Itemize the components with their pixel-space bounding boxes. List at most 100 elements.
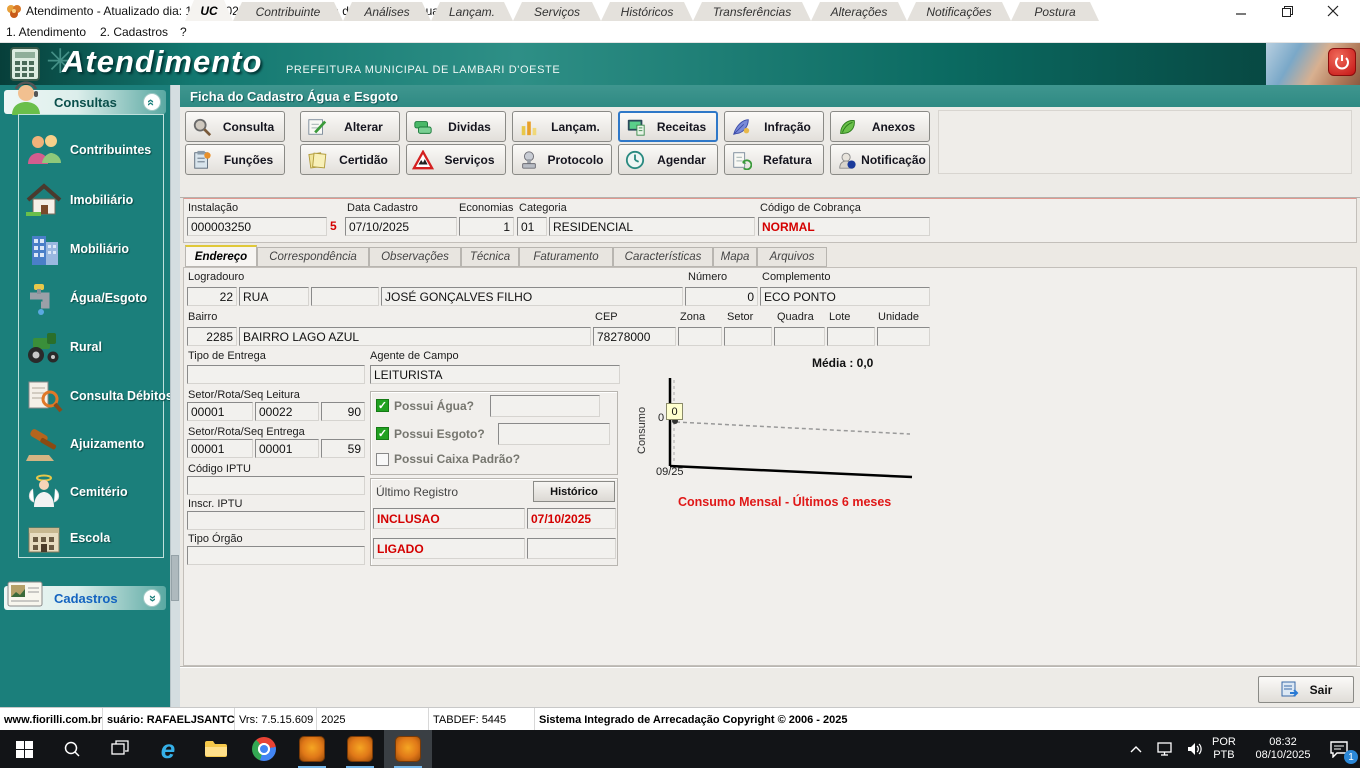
categoria-cod-field[interactable]: 01 <box>517 217 547 236</box>
possui-agua-checkbox[interactable]: ✓ <box>376 399 389 412</box>
subtab-arquivos[interactable]: Arquivos <box>757 247 827 267</box>
minimize-button[interactable] <box>1218 0 1264 22</box>
start-button[interactable] <box>0 730 48 768</box>
anexos-button[interactable]: Anexos <box>830 111 930 142</box>
receitas-button[interactable]: Receitas <box>618 111 718 142</box>
sidebar-item-cemiterio[interactable]: Cemitério <box>24 469 168 515</box>
subtab-faturamento[interactable]: Faturamento <box>519 247 613 267</box>
logradouro-tipo-field[interactable]: RUA <box>239 287 309 306</box>
tab-alteracoes[interactable]: Alterações <box>811 2 907 21</box>
entrega-rota-field[interactable]: 00001 <box>255 439 319 458</box>
lancam-button[interactable]: Lançam. <box>512 111 612 142</box>
sidebar-item-agua-esgoto[interactable]: Água/Esgoto <box>24 275 168 321</box>
menu-atendimento[interactable]: 1. Atendimento <box>6 25 86 39</box>
subtab-observacoes[interactable]: Observações <box>369 247 461 267</box>
tab-lancam[interactable]: Lançam. <box>431 2 513 21</box>
cobranca-field[interactable]: NORMAL <box>758 217 930 236</box>
lote-field[interactable] <box>827 327 875 346</box>
subtab-tecnica[interactable]: Técnica <box>461 247 519 267</box>
registro-status-field[interactable]: LIGADO <box>373 538 525 559</box>
possui-caixa-checkbox[interactable] <box>376 453 389 466</box>
subtab-caracteristicas[interactable]: Características <box>613 247 713 267</box>
cep-field[interactable]: 78278000 <box>593 327 676 346</box>
close-button[interactable] <box>1310 0 1356 22</box>
subtab-correspondencia[interactable]: Correspondência <box>257 247 369 267</box>
tab-historicos[interactable]: Históricos <box>601 2 693 21</box>
inscr-iptu-field[interactable] <box>187 511 365 530</box>
unidade-field[interactable] <box>877 327 930 346</box>
bairro-cod-field[interactable]: 2285 <box>187 327 237 346</box>
language-indicator[interactable]: POR PTB <box>1212 736 1236 762</box>
registro-status2-field[interactable] <box>527 538 616 559</box>
setor-field[interactable] <box>724 327 772 346</box>
data-cadastro-field[interactable]: 07/10/2025 <box>345 217 457 236</box>
agendar-button[interactable]: Agendar <box>618 144 718 175</box>
protocolo-button[interactable]: Protocolo <box>512 144 612 175</box>
tipo-entrega-field[interactable] <box>187 365 365 384</box>
historico-button[interactable]: Histórico <box>533 481 615 502</box>
notification-center-button[interactable]: 1 <box>1318 730 1360 768</box>
possui-esgoto-checkbox[interactable]: ✓ <box>376 427 389 440</box>
sidebar-item-consulta-debitos[interactable]: Consulta Débitos <box>24 373 173 419</box>
dividas-button[interactable]: Dividas <box>406 111 506 142</box>
numero-field[interactable]: 0 <box>685 287 758 306</box>
infracao-button[interactable]: Infração <box>724 111 824 142</box>
power-button[interactable] <box>1328 48 1356 76</box>
taskbar-app-2[interactable] <box>336 730 384 768</box>
tray-expand-button[interactable] <box>1122 730 1150 768</box>
menu-help[interactable]: ? <box>180 25 187 39</box>
instalacao-field[interactable]: 000003250 <box>187 217 327 236</box>
tab-postura[interactable]: Postura <box>1011 2 1099 21</box>
servicos-button[interactable]: Serviços <box>406 144 506 175</box>
logradouro-extra-field[interactable] <box>311 287 379 306</box>
taskbar-explorer[interactable] <box>192 730 240 768</box>
leitura-seq-field[interactable]: 90 <box>321 402 365 421</box>
sidebar-scrollbar-thumb[interactable] <box>171 555 179 601</box>
tab-notificacoes[interactable]: Notificações <box>907 2 1011 21</box>
logradouro-nome-field[interactable]: JOSÉ GONÇALVES FILHO <box>381 287 683 306</box>
codigo-iptu-field[interactable] <box>187 476 365 495</box>
volume-tray-icon[interactable] <box>1180 730 1210 768</box>
categoria-field[interactable]: RESIDENCIAL <box>549 217 755 236</box>
complemento-field[interactable]: ECO PONTO <box>760 287 930 306</box>
taskbar-ie[interactable]: e <box>144 730 192 768</box>
sidebar-item-rural[interactable]: Rural <box>24 324 168 370</box>
taskbar-chrome[interactable] <box>240 730 288 768</box>
registro-data-field[interactable]: 07/10/2025 <box>527 508 616 529</box>
network-tray-icon[interactable] <box>1150 730 1180 768</box>
economias-field[interactable]: 1 <box>459 217 514 236</box>
alterar-button[interactable]: Alterar <box>300 111 400 142</box>
leitura-setor-field[interactable]: 00001 <box>187 402 253 421</box>
logradouro-cod-field[interactable]: 22 <box>187 287 237 306</box>
sidebar-item-mobiliario[interactable]: Mobiliário <box>24 226 168 272</box>
sidebar-scrollbar[interactable] <box>170 85 180 707</box>
clock-tray[interactable]: 08:32 08/10/2025 <box>1248 736 1318 762</box>
sidebar-item-escola[interactable]: Escola <box>24 515 168 561</box>
certidao-button[interactable]: Certidão <box>300 144 400 175</box>
entrega-setor-field[interactable]: 00001 <box>187 439 253 458</box>
expand-cadastros-button[interactable]: « <box>143 589 161 607</box>
possui-agua-field[interactable] <box>490 395 600 417</box>
sair-button[interactable]: Sair <box>1258 676 1354 703</box>
funcoes-button[interactable]: Funções <box>185 144 285 175</box>
menu-cadastros[interactable]: 2. Cadastros <box>100 25 168 39</box>
subtab-mapa[interactable]: Mapa <box>713 247 757 267</box>
consulta-button[interactable]: Consulta <box>185 111 285 142</box>
tab-analises[interactable]: Análises <box>343 2 431 21</box>
registro-tipo-field[interactable]: INCLUSAO <box>373 508 525 529</box>
notificacao-button[interactable]: Notificação <box>830 144 930 175</box>
subtab-endereco[interactable]: Endereço <box>185 245 257 267</box>
task-view-button[interactable] <box>96 730 144 768</box>
agente-field[interactable]: LEITURISTA <box>370 365 620 384</box>
taskbar-search-button[interactable] <box>48 730 96 768</box>
quadra-field[interactable] <box>774 327 825 346</box>
entrega-seq-field[interactable]: 59 <box>321 439 365 458</box>
sidebar-item-contribuintes[interactable]: Contribuintes <box>24 127 168 173</box>
tab-transferencias[interactable]: Transferências <box>693 2 811 21</box>
leitura-rota-field[interactable]: 00022 <box>255 402 319 421</box>
taskbar-app-3-active[interactable] <box>384 730 432 768</box>
tab-servicos[interactable]: Serviços <box>513 2 601 21</box>
sidebar-item-ajuizamento[interactable]: Ajuizamento <box>24 421 168 467</box>
refatura-button[interactable]: Refatura <box>724 144 824 175</box>
collapse-consultas-button[interactable]: « <box>143 93 161 111</box>
